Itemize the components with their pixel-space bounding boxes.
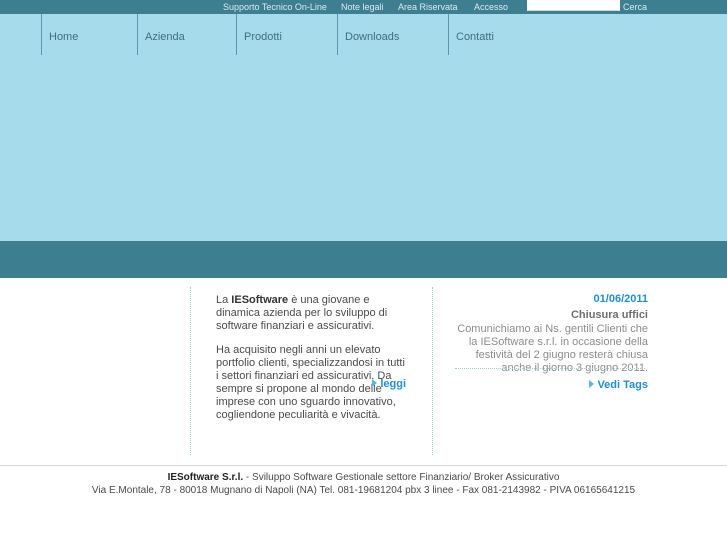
view-tags-link[interactable]: Vedi Tags [589,379,648,391]
triangle-right-icon [372,379,378,387]
content-area: La IESoftware è una giovane e dinamica a… [0,278,727,465]
topbar-link-supporto-tecnico[interactable]: Supporto Tecnico On-Line [223,1,327,13]
nav-item-prodotti[interactable]: Prodotti [236,14,337,55]
news-date: 01/06/2011 [593,293,648,305]
search-submit-button[interactable]: Cerca [623,1,647,13]
footer-company-tagline: - Sviluppo Software Gestionale settore F… [243,472,560,483]
nav-item-downloads-label: Downloads [345,31,400,43]
footer-divider [0,465,727,466]
footer-company-name: IESoftware S.r.l. [167,472,244,483]
topbar-link-accesso[interactable]: Accesso [474,1,508,13]
topbar-link-note-legali[interactable]: Note legali [341,1,384,13]
nav-item-contatti-label: Contatti [456,31,494,43]
nav-item-downloads[interactable]: Downloads [337,14,448,55]
tags-row: Vedi Tags [448,379,648,391]
nav-item-contatti[interactable]: Contatti [448,14,548,55]
news-separator [455,368,645,369]
search-input[interactable] [527,0,620,11]
read-more-label: leggi [380,378,406,390]
intro-column: La IESoftware è una giovane e dinamica a… [216,294,406,433]
news-title: Chiusura uffici [570,309,648,321]
intro-paragraph-1-prefix: La [216,294,232,306]
nav-item-azienda-label: Azienda [145,31,185,43]
topbar-link-area-riservata[interactable]: Area Riservata [398,1,458,13]
nav-item-prodotti-label: Prodotti [244,31,282,43]
footer-line-1: IESoftware S.r.l. - Sviluppo Software Ge… [0,471,727,484]
read-more-row: leggi [216,378,406,390]
news-column: 01/06/2011 Chiusura uffici Comunichiamo … [448,292,648,375]
nav-item-home-label: Home [49,31,79,43]
nav-item-home[interactable]: Home [41,14,137,55]
nav-item-azienda[interactable]: Azienda [137,14,236,55]
view-tags-label: Vedi Tags [597,379,648,391]
footer-line-2: Via E.Montale, 78 - 80018 Mugnano di Nap… [91,485,636,496]
footer: IESoftware S.r.l. - Sviluppo Software Ge… [0,471,727,497]
triangle-right-icon [589,380,595,388]
hero-bottom-band [0,241,727,278]
read-more-link[interactable]: leggi [372,378,406,390]
top-utility-bar-inner: Supporto Tecnico On-Line Note legali Are… [0,0,727,14]
intro-paragraph-1: La IESoftware è una giovane e dinamica a… [216,294,406,333]
main-navigation: Home Azienda Prodotti Downloads Contatti [0,14,727,55]
column-divider-right [432,287,433,455]
brand-name: IESoftware [231,294,289,306]
column-divider-left [190,287,191,455]
top-utility-bar: Supporto Tecnico On-Line Note legali Are… [0,0,727,14]
